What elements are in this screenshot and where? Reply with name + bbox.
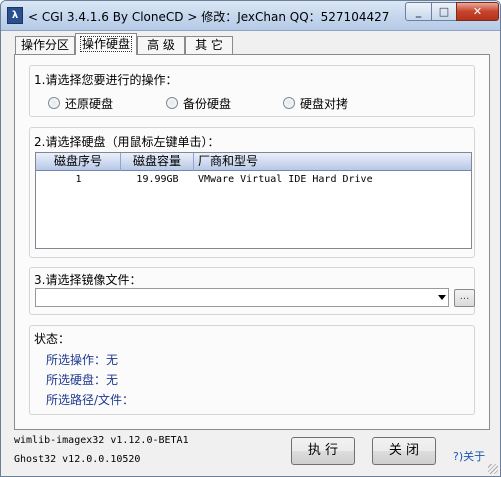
disk-label: 2.请选择硬盘（用鼠标左键单击）： bbox=[34, 135, 220, 149]
execute-button[interactable]: 执 行 bbox=[291, 437, 355, 465]
selected-operation: 所选操作：无 bbox=[46, 353, 119, 367]
column-header-size[interactable]: 磁盘容量 bbox=[121, 153, 194, 171]
ghost-version: Ghost32 v12.0.0.10520 bbox=[14, 454, 141, 465]
disk-list-header: 磁盘序号 磁盘容量 厂商和型号 bbox=[36, 153, 471, 171]
tab-label: 操作硬盘 bbox=[79, 36, 133, 52]
disk-size-cell: 19.99GB bbox=[136, 174, 179, 185]
image-label: 3.请选择镜像文件： bbox=[34, 273, 142, 287]
title-bar[interactable]: λ < CGI 3.4.1.6 By CloneCD > 修改：JexChan … bbox=[1, 1, 500, 31]
close-window-button[interactable]: ✕ bbox=[456, 2, 499, 21]
tab-panel: 1.请选择您要进行的操作： 还原硬盘 备份硬盘 硬盘对拷 2.请选择硬盘（用鼠标… bbox=[14, 54, 490, 430]
tab-other[interactable]: 其 它 bbox=[185, 36, 233, 55]
window-title: < CGI 3.4.1.6 By CloneCD > 修改：JexChan QQ… bbox=[28, 10, 390, 24]
table-row[interactable]: 1 19.99GB VMware Virtual IDE Hard Drive bbox=[36, 172, 471, 188]
wimlib-version: wimlib-imagex32 v1.12.0-BETA1 bbox=[14, 435, 189, 446]
maximize-button[interactable]: □ bbox=[431, 2, 457, 21]
radio-label: 还原硬盘 bbox=[65, 97, 114, 111]
radio-restore-disk[interactable]: 还原硬盘 bbox=[48, 97, 113, 111]
minimize-button[interactable]: _ bbox=[405, 2, 432, 21]
column-header-index[interactable]: 磁盘序号 bbox=[36, 153, 121, 171]
radio-label: 硬盘对拷 bbox=[300, 97, 349, 111]
disk-list[interactable]: 磁盘序号 磁盘容量 厂商和型号 1 19.99GB VMware Virtual… bbox=[35, 152, 472, 249]
chevron-down-icon[interactable] bbox=[438, 295, 446, 300]
close-button[interactable]: 关 闭 bbox=[372, 437, 436, 465]
disk-index-cell: 1 bbox=[75, 174, 82, 185]
main-window: λ < CGI 3.4.1.6 By CloneCD > 修改：JexChan … bbox=[0, 0, 501, 477]
tab-disk[interactable]: 操作硬盘 bbox=[75, 33, 137, 55]
operation-label: 1.请选择您要进行的操作： bbox=[34, 73, 178, 87]
status-label: 状态： bbox=[34, 332, 71, 346]
image-file-combo[interactable] bbox=[35, 288, 449, 307]
tab-partition[interactable]: 操作分区 bbox=[15, 36, 75, 55]
image-group: 3.请选择镜像文件： ... bbox=[29, 267, 475, 315]
about-link[interactable]: ?)关于 bbox=[453, 448, 485, 464]
radio-circle-icon bbox=[48, 97, 60, 109]
disk-group: 2.请选择硬盘（用鼠标左键单击）： 磁盘序号 磁盘容量 厂商和型号 1 19.9… bbox=[29, 127, 475, 258]
tab-advanced[interactable]: 高 级 bbox=[137, 36, 185, 55]
disk-model-cell: VMware Virtual IDE Hard Drive bbox=[198, 174, 373, 185]
radio-backup-disk[interactable]: 备份硬盘 bbox=[166, 97, 231, 111]
radio-circle-icon bbox=[166, 97, 178, 109]
radio-circle-icon bbox=[283, 97, 295, 109]
radio-label: 备份硬盘 bbox=[183, 97, 232, 111]
operation-group: 1.请选择您要进行的操作： 还原硬盘 备份硬盘 硬盘对拷 bbox=[29, 65, 475, 117]
tab-label: 操作分区 bbox=[20, 38, 69, 52]
status-group: 状态： 所选操作：无 所选硬盘：无 所选路径/文件： bbox=[29, 325, 475, 415]
selected-disk: 所选硬盘：无 bbox=[46, 373, 119, 387]
column-header-model[interactable]: 厂商和型号 bbox=[194, 153, 471, 171]
radio-copy-disk[interactable]: 硬盘对拷 bbox=[283, 97, 348, 111]
tab-label: 高 级 bbox=[147, 38, 175, 52]
tab-label: 其 它 bbox=[195, 38, 223, 52]
selected-path: 所选路径/文件： bbox=[46, 393, 135, 407]
app-icon: λ bbox=[7, 7, 23, 24]
resize-grip-icon[interactable] bbox=[488, 464, 498, 474]
browse-button[interactable]: ... bbox=[454, 289, 475, 307]
